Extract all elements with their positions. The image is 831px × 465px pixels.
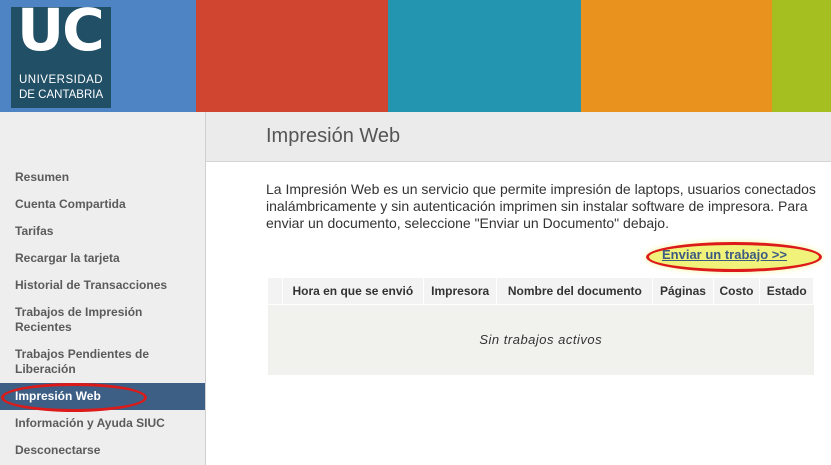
empty-state-text: Sin trabajos activos	[268, 303, 814, 375]
sidebar-item-resumen[interactable]: Resumen	[0, 164, 205, 191]
sidebar-item-historial-transacciones[interactable]: Historial de Transacciones	[0, 272, 205, 299]
intro-text: La Impresión Web es un servicio que perm…	[266, 181, 816, 231]
sidebar-nav: Resumen Cuenta Compartida Tarifas Recarg…	[0, 164, 205, 464]
header-stripe-green	[772, 0, 831, 112]
jobs-table-header-row: Hora en que se envió Impresora Nombre de…	[268, 278, 814, 304]
column-header-submitted-time[interactable]: Hora en que se envió	[282, 278, 425, 304]
header-banner: UC UNIVERSIDAD DE CANTABRIA	[0, 0, 831, 112]
header-stripe-teal	[388, 0, 581, 112]
sidebar-item-recargar-tarjeta[interactable]: Recargar la tarjeta	[0, 245, 205, 272]
sidebar: Resumen Cuenta Compartida Tarifas Recarg…	[0, 112, 206, 465]
sidebar-item-trabajos-pendientes[interactable]: Trabajos Pendientes de Liberación	[0, 341, 205, 383]
sidebar-item-informacion-ayuda[interactable]: Información y Ayuda SIUC	[0, 410, 205, 437]
header-stripe-orange	[581, 0, 772, 112]
header-stripe-red	[196, 0, 388, 112]
column-header-printer[interactable]: Impresora	[423, 278, 498, 304]
page-title: Impresión Web	[266, 125, 401, 147]
page-title-bar: Impresión Web	[206, 112, 831, 162]
logo-mark: UC	[17, 0, 105, 64]
sidebar-item-tarifas[interactable]: Tarifas	[0, 218, 205, 245]
sidebar-item-cuenta-compartida[interactable]: Cuenta Compartida	[0, 191, 205, 218]
send-job-highlight: Enviar un trabajo >>	[646, 242, 824, 272]
sidebar-item-impresion-web[interactable]: Impresión Web	[0, 383, 205, 410]
jobs-table: Hora en que se envió Impresora Nombre de…	[268, 278, 814, 375]
university-logo[interactable]: UC UNIVERSIDAD DE CANTABRIA	[11, 1, 111, 108]
send-job-link[interactable]: Enviar un trabajo >>	[662, 247, 787, 262]
column-header-blank	[268, 278, 283, 304]
table-row-empty: Sin trabajos activos	[268, 303, 814, 375]
column-header-pages[interactable]: Páginas	[652, 278, 714, 304]
sidebar-item-trabajos-recientes[interactable]: Trabajos de Impresión Recientes	[0, 299, 205, 341]
column-header-document-name[interactable]: Nombre del documento	[496, 278, 654, 304]
sidebar-item-desconectarse[interactable]: Desconectarse	[0, 437, 205, 464]
column-header-status[interactable]: Estado	[759, 278, 814, 304]
logo-text-line2: DE CANTABRIA	[19, 89, 104, 101]
column-header-cost[interactable]: Costo	[713, 278, 761, 304]
logo-text-line1: UNIVERSIDAD	[19, 74, 104, 86]
